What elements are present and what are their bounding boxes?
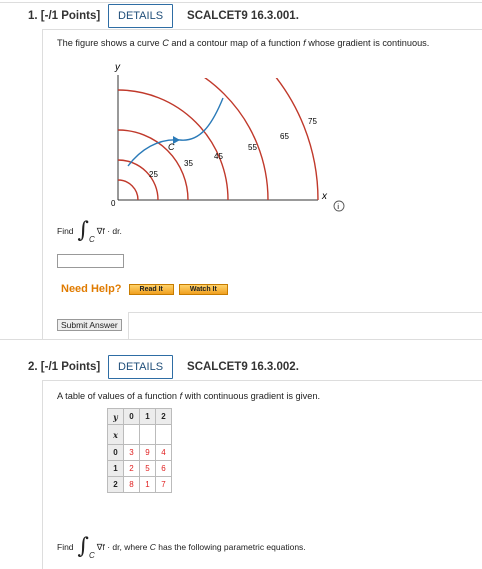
table-header-row: y 0 1 2 (107, 408, 172, 425)
q2-points: 2. [-/1 Points] (28, 361, 101, 373)
q2-top-divider (0, 339, 482, 340)
table-corner-x: x (107, 424, 124, 445)
table-row: x (107, 424, 172, 445)
table-cell: 7 (155, 476, 172, 493)
need-help-label: Need Help? (61, 283, 122, 295)
contour-55 (117, 89, 229, 201)
contour-label-25: 25 (149, 170, 158, 179)
table-row: 2 8 1 7 (107, 476, 172, 493)
table-cell: 1 (139, 476, 156, 493)
q2-find: Find ∫ C ∇f · dr, where C has the follow… (57, 534, 306, 560)
table-cell: 5 (139, 460, 156, 477)
q1-answer-input[interactable] (57, 254, 124, 268)
q1-body-border (42, 29, 43, 340)
q1-find: Find ∫ C ∇f · dr. (57, 218, 122, 244)
x-axis-label: x (321, 191, 328, 202)
read-it-button[interactable]: Read It (128, 283, 174, 295)
contour-75 (275, 78, 319, 201)
q1-statement: The figure shows a curve C and a contour… (57, 38, 430, 48)
values-table: y 0 1 2 x 0 3 9 4 1 2 5 6 2 8 1 7 (107, 408, 172, 493)
q2-integral-sub: C (89, 550, 95, 560)
table-cell: 6 (155, 460, 172, 477)
q2-details-button[interactable]: DETAILS (108, 355, 174, 379)
q1-details-button[interactable]: DETAILS (108, 4, 174, 28)
contour-45 (117, 129, 189, 201)
curve-c (127, 97, 224, 167)
contour-label-35: 35 (184, 159, 193, 168)
submit-area-border (128, 312, 482, 339)
contour-label-65: 65 (280, 132, 289, 141)
q2-code: SCALCET9 16.3.002. (187, 361, 299, 373)
row-header: 2 (107, 476, 124, 493)
q1-find-label: Find (57, 226, 74, 236)
q1-header-divider (42, 29, 482, 30)
q2-header: 2. [-/1 Points] DETAILS SCALCET9 16.3.00… (28, 354, 299, 380)
svg-text:i: i (337, 204, 339, 211)
integral-icon: ∫ (77, 534, 90, 559)
curve-label: C (168, 142, 175, 152)
q2-body-border (42, 380, 43, 569)
q1-help-row: Need Help? Read It Watch It (61, 283, 233, 295)
y-axis-label: y (114, 62, 121, 73)
table-row: 1 2 5 6 (107, 460, 172, 477)
table-cell: 2 (123, 460, 140, 477)
table-row: 0 3 9 4 (107, 444, 172, 461)
contour-label-75: 75 (308, 117, 317, 126)
contour-label-55: 55 (248, 143, 257, 152)
contour-35 (117, 159, 159, 201)
contour-65 (203, 78, 269, 201)
table-cell: 9 (139, 444, 156, 461)
q2-integrand: ∇f · dr, where C has the following param… (96, 541, 306, 552)
q1-integrand: ∇f · dr. (96, 225, 122, 236)
q2-header-divider (42, 380, 482, 381)
table-cell (123, 424, 140, 445)
q1-points: 1. [-/1 Points] (28, 10, 101, 22)
col-header: 1 (139, 408, 156, 425)
submit-answer-button[interactable]: Submit Answer (57, 319, 122, 331)
q1-integral-sub: C (89, 234, 95, 244)
q1-code: SCALCET9 16.3.001. (187, 10, 299, 22)
q1-header: 1. [-/1 Points] DETAILS SCALCET9 16.3.00… (28, 3, 299, 29)
contour-25 (117, 179, 139, 201)
curve-arrow (173, 136, 180, 144)
info-icon[interactable]: i (333, 200, 345, 212)
col-header: 0 (123, 408, 140, 425)
watch-it-button[interactable]: Watch It (178, 283, 228, 295)
table-cell (139, 424, 156, 445)
integral-icon: ∫ (77, 218, 90, 243)
table-cell: 8 (123, 476, 140, 493)
row-header: 0 (107, 444, 124, 461)
table-corner-y: y (107, 408, 124, 425)
table-cell: 4 (155, 444, 172, 461)
q2-find-label: Find (57, 542, 74, 552)
table-cell: 3 (123, 444, 140, 461)
col-header: 2 (155, 408, 172, 425)
row-header: 1 (107, 460, 124, 477)
contour-label-45: 45 (214, 152, 223, 161)
table-cell (155, 424, 172, 445)
q2-statement: A table of values of a function f with c… (57, 391, 321, 401)
origin-label: 0 (111, 199, 116, 208)
